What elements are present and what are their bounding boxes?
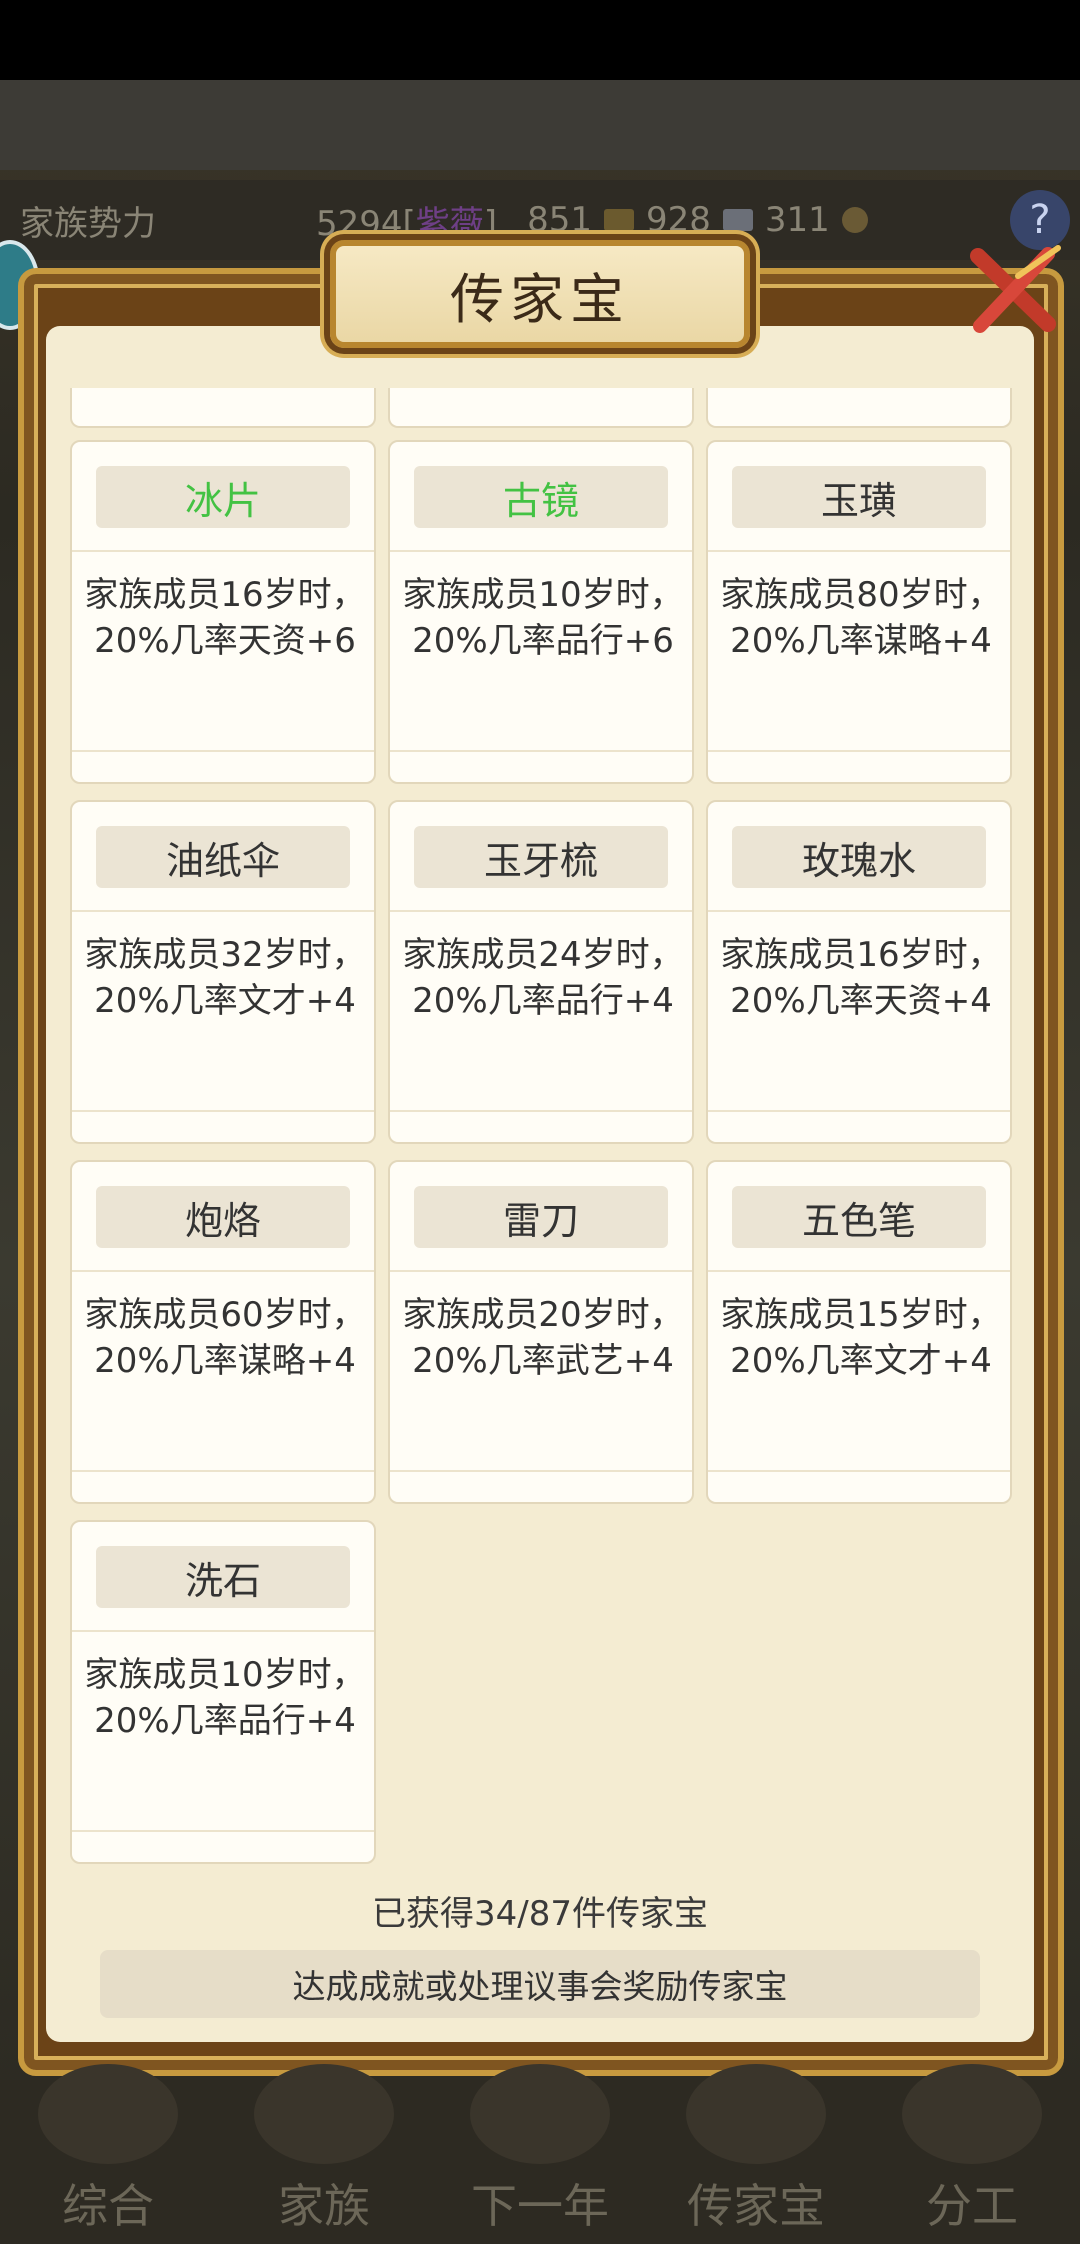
nav-label: 传家宝 <box>687 2179 825 2233</box>
list-item-partial <box>388 388 694 428</box>
jade-icon <box>686 2064 826 2164</box>
close-icon[interactable] <box>958 236 1068 346</box>
heirloom-card[interactable]: 古镜家族成员10岁时，20%几率品行+6 <box>388 440 694 784</box>
heirloom-name: 古镜 <box>414 466 668 528</box>
heirloom-description: 家族成员24岁时，20%几率品行+4 <box>402 935 684 1021</box>
resource-1-value: 851 <box>527 200 592 240</box>
top-bar <box>0 80 1080 170</box>
family-power-value: 5294[紫薇] <box>316 203 498 244</box>
nav-item-heirloom[interactable]: 传家宝 <box>656 2064 856 2236</box>
heirloom-name: 五色笔 <box>732 1186 986 1248</box>
card-footer-divider <box>390 750 692 752</box>
heirloom-name: 玉牙梳 <box>414 826 668 888</box>
hint-button[interactable]: 达成成就或处理议事会奖励传家宝 <box>100 1950 980 2018</box>
heirloom-description: 家族成员32岁时，20%几率文才+4 <box>84 935 366 1021</box>
gold-ingot-icon <box>603 209 634 231</box>
heirloom-name: 冰片 <box>96 466 350 528</box>
mountain-icon <box>470 2064 610 2164</box>
heirloom-name: 玫瑰水 <box>732 826 986 888</box>
heirloom-description: 家族成员15岁时，20%几率文才+4 <box>720 1295 1002 1381</box>
card-footer-divider <box>72 750 374 752</box>
heirloom-name: 炮烙 <box>96 1186 350 1248</box>
nav-item-next-year[interactable]: 下一年 <box>440 2064 640 2236</box>
family-power-label: 家族势力 <box>20 203 156 244</box>
heirloom-name: 玉璜 <box>732 466 986 528</box>
heirloom-card[interactable]: 冰片家族成员16岁时，20%几率天资+6 <box>70 440 376 784</box>
card-divider <box>72 550 374 552</box>
heirloom-card[interactable]: 玫瑰水家族成员16岁时，20%几率天资+4 <box>706 800 1012 1144</box>
collected-count: 已获得34/87件传家宝 <box>372 1894 708 1934</box>
heirloom-card[interactable]: 炮烙家族成员60岁时，20%几率谋略+4 <box>70 1160 376 1504</box>
status-strip <box>0 0 1080 80</box>
resources: 851 928 311 <box>527 200 868 240</box>
list-item-partial <box>70 388 376 428</box>
resource-3-value: 311 <box>764 200 830 240</box>
card-divider <box>390 550 692 552</box>
nav-item-overview[interactable]: 综合 <box>8 2064 208 2236</box>
heirloom-description: 家族成员20岁时，20%几率武艺+4 <box>402 1295 684 1381</box>
card-footer-divider <box>390 1110 692 1112</box>
card-divider <box>390 910 692 912</box>
card-divider <box>72 1630 374 1632</box>
card-divider <box>72 910 374 912</box>
card-divider <box>708 550 1010 552</box>
heirloom-description: 家族成员10岁时，20%几率品行+6 <box>402 575 684 661</box>
card-footer-divider <box>72 1470 374 1472</box>
card-footer-divider <box>708 750 1010 752</box>
card-divider <box>708 1270 1010 1272</box>
card-footer-divider <box>390 1470 692 1472</box>
bottom-nav: 综合 家族 下一年 传家宝 分工 <box>0 2064 1080 2244</box>
silver-ingot-icon <box>722 209 753 231</box>
coin-icon <box>841 207 868 233</box>
nav-item-family[interactable]: 家族 <box>224 2064 424 2236</box>
card-footer-divider <box>72 1830 374 1832</box>
heirloom-description: 家族成员60岁时，20%几率谋略+4 <box>84 1295 366 1381</box>
heirloom-description: 家族成员10岁时，20%几率品行+4 <box>84 1655 366 1741</box>
heirloom-card[interactable]: 雷刀家族成员20岁时，20%几率武艺+4 <box>388 1160 694 1504</box>
heirloom-card[interactable]: 洗石家族成员10岁时，20%几率品行+4 <box>70 1520 376 1864</box>
card-divider <box>708 910 1010 912</box>
house-icon <box>254 2064 394 2164</box>
card-divider <box>72 1270 374 1272</box>
heirloom-description: 家族成员16岁时，20%几率天资+4 <box>720 935 1002 1021</box>
heirloom-name: 洗石 <box>96 1546 350 1608</box>
card-footer-divider <box>708 1110 1010 1112</box>
heirloom-card[interactable]: 油纸伞家族成员32岁时，20%几率文才+4 <box>70 800 376 1144</box>
nav-label: 家族 <box>278 2179 370 2233</box>
dialog-title-plaque: 传家宝 <box>330 240 750 348</box>
card-divider <box>390 1270 692 1272</box>
person-icon <box>902 2064 1042 2164</box>
card-footer-divider <box>708 1470 1010 1472</box>
heirloom-card[interactable]: 玉璜家族成员80岁时，20%几率谋略+4 <box>706 440 1012 784</box>
family-power-rank: 紫薇 <box>415 203 484 244</box>
resource-2-value: 928 <box>645 200 711 240</box>
list-item-partial <box>706 388 1012 428</box>
heirloom-name: 雷刀 <box>414 1186 668 1248</box>
nav-item-assignment[interactable]: 分工 <box>872 2064 1072 2236</box>
card-footer-divider <box>72 1110 374 1112</box>
heirloom-description: 家族成员80岁时，20%几率谋略+4 <box>720 575 1002 661</box>
scroll-icon <box>38 2064 178 2164</box>
dialog-title: 传家宝 <box>450 267 630 331</box>
heirloom-name: 油纸伞 <box>96 826 350 888</box>
nav-label: 下一年 <box>471 2179 609 2233</box>
nav-label: 分工 <box>926 2179 1018 2233</box>
heirloom-card[interactable]: 玉牙梳家族成员24岁时，20%几率品行+4 <box>388 800 694 1144</box>
nav-label: 综合 <box>62 2179 154 2233</box>
heirloom-card[interactable]: 五色笔家族成员15岁时，20%几率文才+4 <box>706 1160 1012 1504</box>
heirloom-description: 家族成员16岁时，20%几率天资+6 <box>84 575 366 661</box>
